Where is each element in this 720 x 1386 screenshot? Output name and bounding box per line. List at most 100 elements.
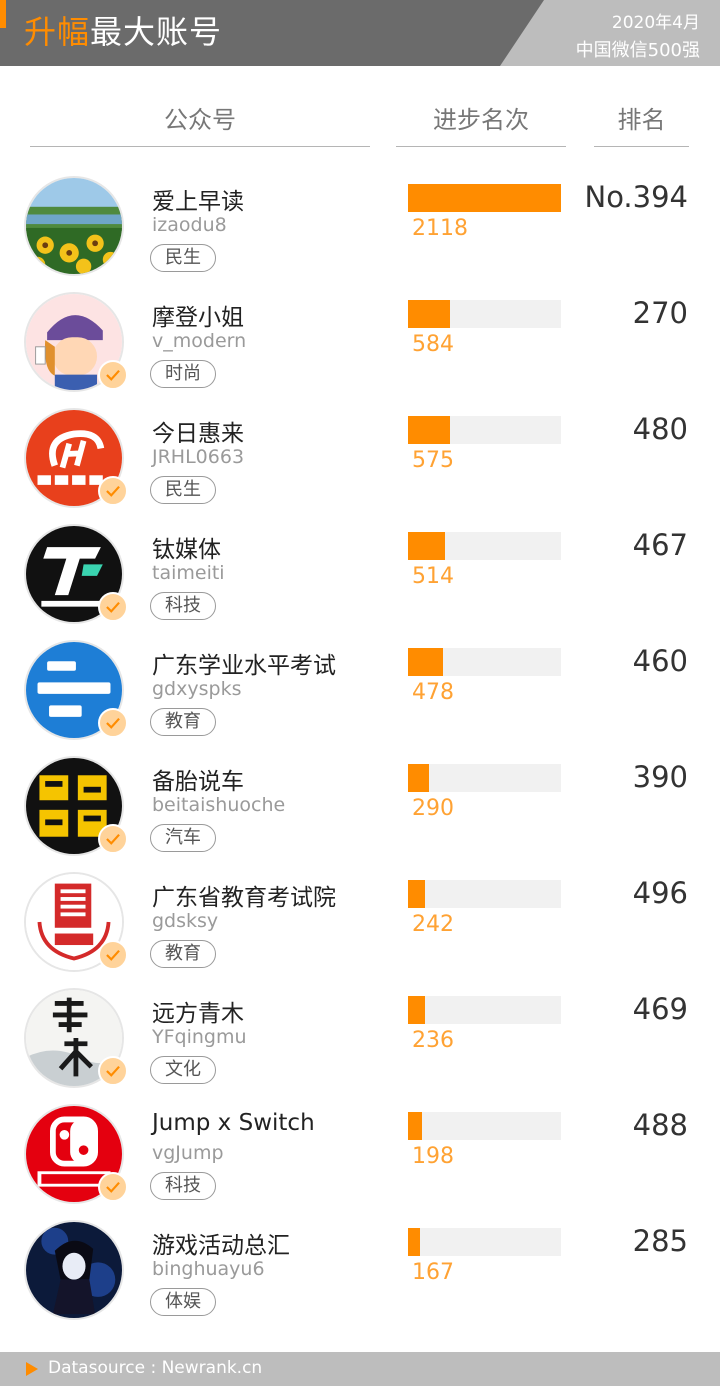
account-handle: v_modern <box>152 330 247 352</box>
account-name: 远方青木 <box>152 1001 244 1027</box>
account-handle: gdxyspks <box>152 678 242 700</box>
progress-value: 478 <box>412 680 454 705</box>
progress-value: 514 <box>412 564 454 589</box>
verified-badge-icon <box>98 1056 128 1086</box>
progress-bar <box>408 648 561 676</box>
list-item[interactable]: 摩登小姐 v_modern 时尚 584 270 <box>0 292 720 408</box>
account-handle: beitaishuoche <box>152 794 286 816</box>
account-handle: vgJump <box>152 1142 224 1164</box>
list-item[interactable]: 游戏活动总汇 binghuayu6 体娱 167 285 <box>0 1220 720 1336</box>
progress-value: 236 <box>412 1028 454 1053</box>
account-name: 爱上早读 <box>152 189 244 215</box>
account-name: 游戏活动总汇 <box>152 1233 290 1259</box>
account-handle: taimeiti <box>152 562 225 584</box>
category-tag: 文化 <box>150 1056 216 1084</box>
category-tag: 时尚 <box>150 360 216 388</box>
list-item[interactable]: 远方青木 YFqingmu 文化 236 469 <box>0 988 720 1104</box>
category-tag: 教育 <box>150 708 216 736</box>
progress-bar-fill <box>408 1228 420 1256</box>
page-title: 升幅最大账号 <box>24 12 222 52</box>
progress-value: 290 <box>412 796 454 821</box>
progress-bar <box>408 1228 561 1256</box>
account-handle: JRHL0663 <box>152 446 245 468</box>
page-footer: Datasource : Newrank.cn <box>0 1352 720 1386</box>
verified-badge-icon <box>98 940 128 970</box>
progress-bar-fill <box>408 880 425 908</box>
progress-bar <box>408 1112 561 1140</box>
category-tag: 科技 <box>150 592 216 620</box>
account-name: 广东学业水平考试 <box>152 653 336 679</box>
progress-value: 575 <box>412 448 454 473</box>
anime-character-avatar <box>24 1220 124 1320</box>
progress-bar-fill <box>408 300 450 328</box>
progress-bar <box>408 996 561 1024</box>
rank-value: 496 <box>632 876 688 910</box>
progress-bar <box>408 764 561 792</box>
report-subtitle: 中国微信500强 <box>575 40 700 61</box>
rank-value: 270 <box>632 296 688 330</box>
progress-bar-fill <box>408 996 425 1024</box>
verified-badge-icon <box>98 360 128 390</box>
account-name: 今日惠来 <box>152 421 244 447</box>
account-name: Jump x Switch <box>152 1110 315 1136</box>
progress-value: 167 <box>412 1260 454 1285</box>
column-header-rank: 排名 <box>594 100 689 147</box>
progress-bar-fill <box>408 416 450 444</box>
account-handle: YFqingmu <box>152 1026 247 1048</box>
progress-bar <box>408 300 561 328</box>
title-highlight: 升幅 <box>24 13 91 51</box>
sunflower-landscape-avatar <box>24 176 124 276</box>
verified-badge-icon <box>98 592 128 622</box>
account-name: 备胎说车 <box>152 769 244 795</box>
account-handle: izaodu8 <box>152 214 227 236</box>
rank-value: No.394 <box>584 180 689 214</box>
rank-value: 480 <box>632 412 688 446</box>
report-date: 2020年4月 <box>611 13 700 33</box>
list-item[interactable]: 备胎说车 beitaishuoche 汽车 290 390 <box>0 756 720 872</box>
list-item[interactable]: 广东省教育考试院 gdsksy 教育 242 496 <box>0 872 720 988</box>
progress-bar-fill <box>408 764 429 792</box>
rank-value: 390 <box>632 760 688 794</box>
header-accent-bar <box>0 0 6 28</box>
account-name: 摩登小姐 <box>152 305 244 331</box>
page-header: 升幅最大账号 2020年4月 中国微信500强 <box>0 0 720 66</box>
column-header-account: 公众号 <box>30 100 370 147</box>
list-item[interactable]: Jump x Switch vgJump 科技 198 488 <box>0 1104 720 1220</box>
list-item[interactable]: 钛媒体 taimeiti 科技 514 467 <box>0 524 720 640</box>
progress-bar-fill <box>408 532 445 560</box>
category-tag: 体娱 <box>150 1288 216 1316</box>
data-source: Datasource : Newrank.cn <box>48 1358 263 1378</box>
category-tag: 汽车 <box>150 824 216 852</box>
account-name: 钛媒体 <box>152 537 221 563</box>
list-item[interactable]: 广东学业水平考试 gdxyspks 教育 478 460 <box>0 640 720 756</box>
list-item[interactable]: 今日惠来 JRHL0663 民生 575 480 <box>0 408 720 524</box>
progress-value: 2118 <box>412 216 468 241</box>
title-rest: 最大账号 <box>90 13 223 51</box>
progress-bar-fill <box>408 184 561 212</box>
rank-value: 488 <box>632 1108 688 1142</box>
progress-value: 242 <box>412 912 454 937</box>
verified-badge-icon <box>98 708 128 738</box>
category-tag: 科技 <box>150 1172 216 1200</box>
account-handle: gdsksy <box>152 910 219 932</box>
progress-bar-fill <box>408 648 443 676</box>
category-tag: 民生 <box>150 476 216 504</box>
verified-badge-icon <box>98 476 128 506</box>
progress-bar <box>408 532 561 560</box>
account-handle: binghuayu6 <box>152 1258 265 1280</box>
category-tag: 民生 <box>150 244 216 272</box>
progress-value: 584 <box>412 332 454 357</box>
rank-value: 467 <box>632 528 688 562</box>
rank-value: 469 <box>632 992 688 1026</box>
list-item[interactable]: 爱上早读 izaodu8 民生 2118 No.394 <box>0 176 720 292</box>
verified-badge-icon <box>98 1172 128 1202</box>
progress-bar <box>408 416 561 444</box>
play-arrow-icon <box>26 1362 38 1376</box>
rank-value: 285 <box>632 1224 688 1258</box>
progress-value: 198 <box>412 1144 454 1169</box>
account-name: 广东省教育考试院 <box>152 885 336 911</box>
progress-bar <box>408 184 561 212</box>
progress-bar <box>408 880 561 908</box>
rank-value: 460 <box>632 644 688 678</box>
category-tag: 教育 <box>150 940 216 968</box>
